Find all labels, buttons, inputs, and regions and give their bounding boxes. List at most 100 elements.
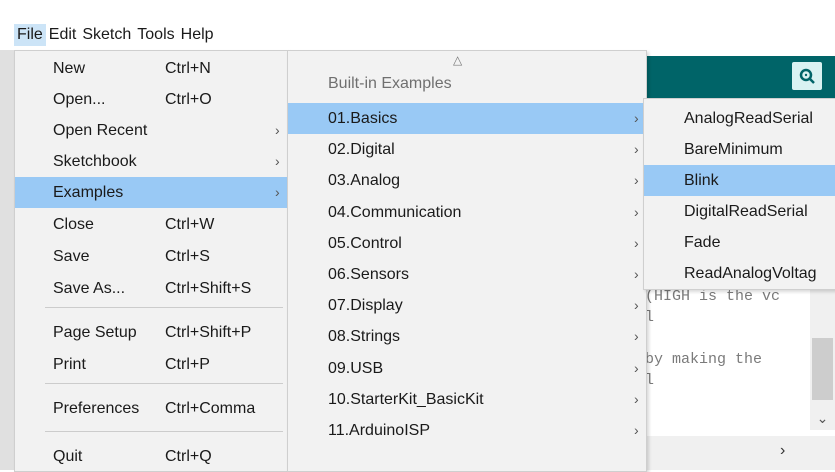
menu-item-label: AnalogReadSerial	[684, 110, 813, 127]
file-menu-item-save-as[interactable]: Save As... Ctrl+Shift+S	[15, 273, 287, 304]
menu-item-label: 04.Communication	[328, 203, 462, 221]
menu-item-label: BareMinimum	[684, 141, 783, 158]
basics-item-bareminimum[interactable]: BareMinimum	[644, 134, 835, 165]
examples-item-05-control[interactable]: 05.Control ›	[288, 228, 646, 259]
menu-item-shortcut: Ctrl+Q	[165, 448, 212, 465]
menu-item-label: ReadAnalogVoltag	[684, 265, 817, 282]
chevron-right-icon: ›	[275, 122, 280, 138]
examples-item-01-basics[interactable]: 01.Basics ›	[288, 103, 646, 134]
menu-item-label: New	[53, 60, 86, 77]
menu-bar: File Edit Sketch Tools Help	[0, 0, 835, 50]
menu-item-label: Save As...	[53, 280, 126, 297]
basics-item-analogreadserial[interactable]: AnalogReadSerial	[644, 103, 835, 134]
basics-item-blink[interactable]: Blink	[644, 165, 835, 196]
basics-submenu: AnalogReadSerial BareMinimum Blink DigitalR…	[643, 98, 835, 290]
scroll-right-icon[interactable]: ›	[780, 442, 785, 460]
file-menu-item-open[interactable]: Open... Ctrl+O	[15, 84, 287, 115]
file-menu-item-new[interactable]: New Ctrl+N	[15, 53, 287, 84]
menu-item-label: 07.Display	[328, 297, 403, 315]
menu-item-label: Print	[53, 356, 86, 373]
basics-item-fade[interactable]: Fade	[644, 227, 835, 258]
menu-item-label: 02.Digital	[328, 141, 395, 159]
menu-item-shortcut: Ctrl+N	[165, 60, 211, 77]
file-menu-item-page-setup[interactable]: Page Setup Ctrl+Shift+P	[15, 317, 287, 348]
chevron-right-icon: ›	[634, 422, 639, 438]
chevron-right-icon: ›	[634, 328, 639, 345]
chevron-right-icon: ›	[275, 153, 280, 169]
menu-separator	[45, 431, 283, 432]
menu-separator	[45, 307, 283, 308]
menu-item-label: 11.ArduinoISP	[328, 422, 430, 439]
menu-item-label: Quit	[53, 448, 83, 465]
menu-item-label: 06.Sensors	[328, 266, 409, 283]
scroll-down-icon[interactable]: ⌄	[812, 410, 833, 428]
file-menu-item-quit[interactable]: Quit Ctrl+Q	[15, 441, 287, 472]
examples-item-11-arduinoisp[interactable]: 11.ArduinoISP ›	[288, 415, 646, 446]
horizontal-scrollbar[interactable]	[645, 436, 835, 470]
examples-item-07-display[interactable]: 07.Display ›	[288, 290, 646, 321]
file-menu-item-save[interactable]: Save Ctrl+S	[15, 241, 287, 272]
menu-item-label: Fade	[684, 234, 721, 251]
chevron-right-icon: ›	[275, 184, 280, 200]
file-menu-item-close[interactable]: Close Ctrl+W	[15, 209, 287, 240]
menu-item-label: Open Recent	[53, 122, 148, 139]
menu-item-shortcut: Ctrl+Shift+S	[165, 280, 252, 297]
menu-item-label: Preferences	[53, 400, 140, 417]
menu-help[interactable]: Help	[178, 24, 217, 46]
scroll-up-icon[interactable]: △	[453, 53, 462, 67]
menu-item-label: Blink	[684, 172, 719, 189]
magnifier-icon	[799, 68, 815, 84]
examples-item-06-sensors[interactable]: 06.Sensors ›	[288, 259, 646, 290]
menu-item-shortcut: Ctrl+P	[165, 356, 210, 373]
menu-item-label: Page Setup	[53, 324, 137, 341]
chevron-right-icon: ›	[634, 297, 639, 314]
file-menu-item-sketchbook[interactable]: Sketchbook ›	[15, 146, 287, 177]
menu-item-label: Save	[53, 248, 90, 265]
menu-item-shortcut: Ctrl+S	[165, 248, 210, 265]
menu-sketch[interactable]: Sketch	[79, 24, 134, 46]
examples-item-10-starterkit-basickit[interactable]: 10.StarterKit_BasicKit ›	[288, 384, 646, 415]
code-line: l	[645, 372, 655, 389]
menu-file[interactable]: File	[14, 24, 46, 46]
menu-item-label: Examples	[53, 184, 124, 201]
menu-item-label: 09.USB	[328, 359, 384, 377]
file-menu-item-preferences[interactable]: Preferences Ctrl+Comma	[15, 393, 287, 424]
serial-monitor-button[interactable]	[792, 62, 822, 90]
chevron-right-icon: ›	[634, 390, 639, 407]
menu-item-label: Close	[53, 216, 94, 233]
scrollbar-thumb[interactable]	[812, 338, 833, 400]
examples-item-03-analog[interactable]: 03.Analog ›	[288, 165, 646, 196]
code-line: l	[645, 309, 655, 326]
menu-item-shortcut: Ctrl+Comma	[165, 400, 256, 417]
menu-edit[interactable]: Edit	[46, 24, 80, 46]
code-editor[interactable]: (HIGH is the vc l by making the l	[645, 280, 810, 435]
menu-item-label: 01.Basics	[328, 110, 398, 127]
file-menu-item-print[interactable]: Print Ctrl+P	[15, 349, 287, 380]
menu-item-shortcut: Ctrl+W	[165, 216, 215, 233]
basics-item-digitalreadserial[interactable]: DigitalReadSerial	[644, 196, 835, 227]
examples-header: Built-in Examples	[328, 75, 452, 92]
menu-item-label: DigitalReadSerial	[684, 203, 808, 220]
examples-item-02-digital[interactable]: 02.Digital ›	[288, 134, 646, 165]
chevron-right-icon: ›	[634, 203, 639, 220]
basics-item-readanalogvoltag[interactable]: ReadAnalogVoltag	[644, 258, 835, 289]
file-menu-item-open-recent[interactable]: Open Recent ›	[15, 115, 287, 146]
menu-item-shortcut: Ctrl+Shift+P	[165, 324, 252, 341]
examples-item-08-strings[interactable]: 08.Strings ›	[288, 321, 646, 352]
file-menu: New Ctrl+N Open... Ctrl+O Open Recent › Sketch…	[14, 50, 288, 472]
menu-tools[interactable]: Tools	[134, 24, 177, 46]
menu-item-shortcut: Ctrl+O	[165, 91, 212, 108]
menu-item-label: 05.Control	[328, 234, 402, 252]
file-menu-item-examples[interactable]: Examples ›	[15, 177, 287, 208]
examples-item-04-communication[interactable]: 04.Communication ›	[288, 197, 646, 228]
chevron-right-icon: ›	[634, 172, 639, 189]
chevron-right-icon: ›	[634, 110, 639, 126]
menu-item-label: 10.StarterKit_BasicKit	[328, 390, 484, 408]
menu-item-label: 03.Analog	[328, 172, 401, 190]
chevron-right-icon: ›	[634, 266, 639, 282]
chevron-right-icon: ›	[634, 234, 639, 251]
menu-item-label: Sketchbook	[53, 153, 137, 170]
menu-item-label: Open...	[53, 91, 106, 108]
examples-item-09-usb[interactable]: 09.USB ›	[288, 353, 646, 384]
